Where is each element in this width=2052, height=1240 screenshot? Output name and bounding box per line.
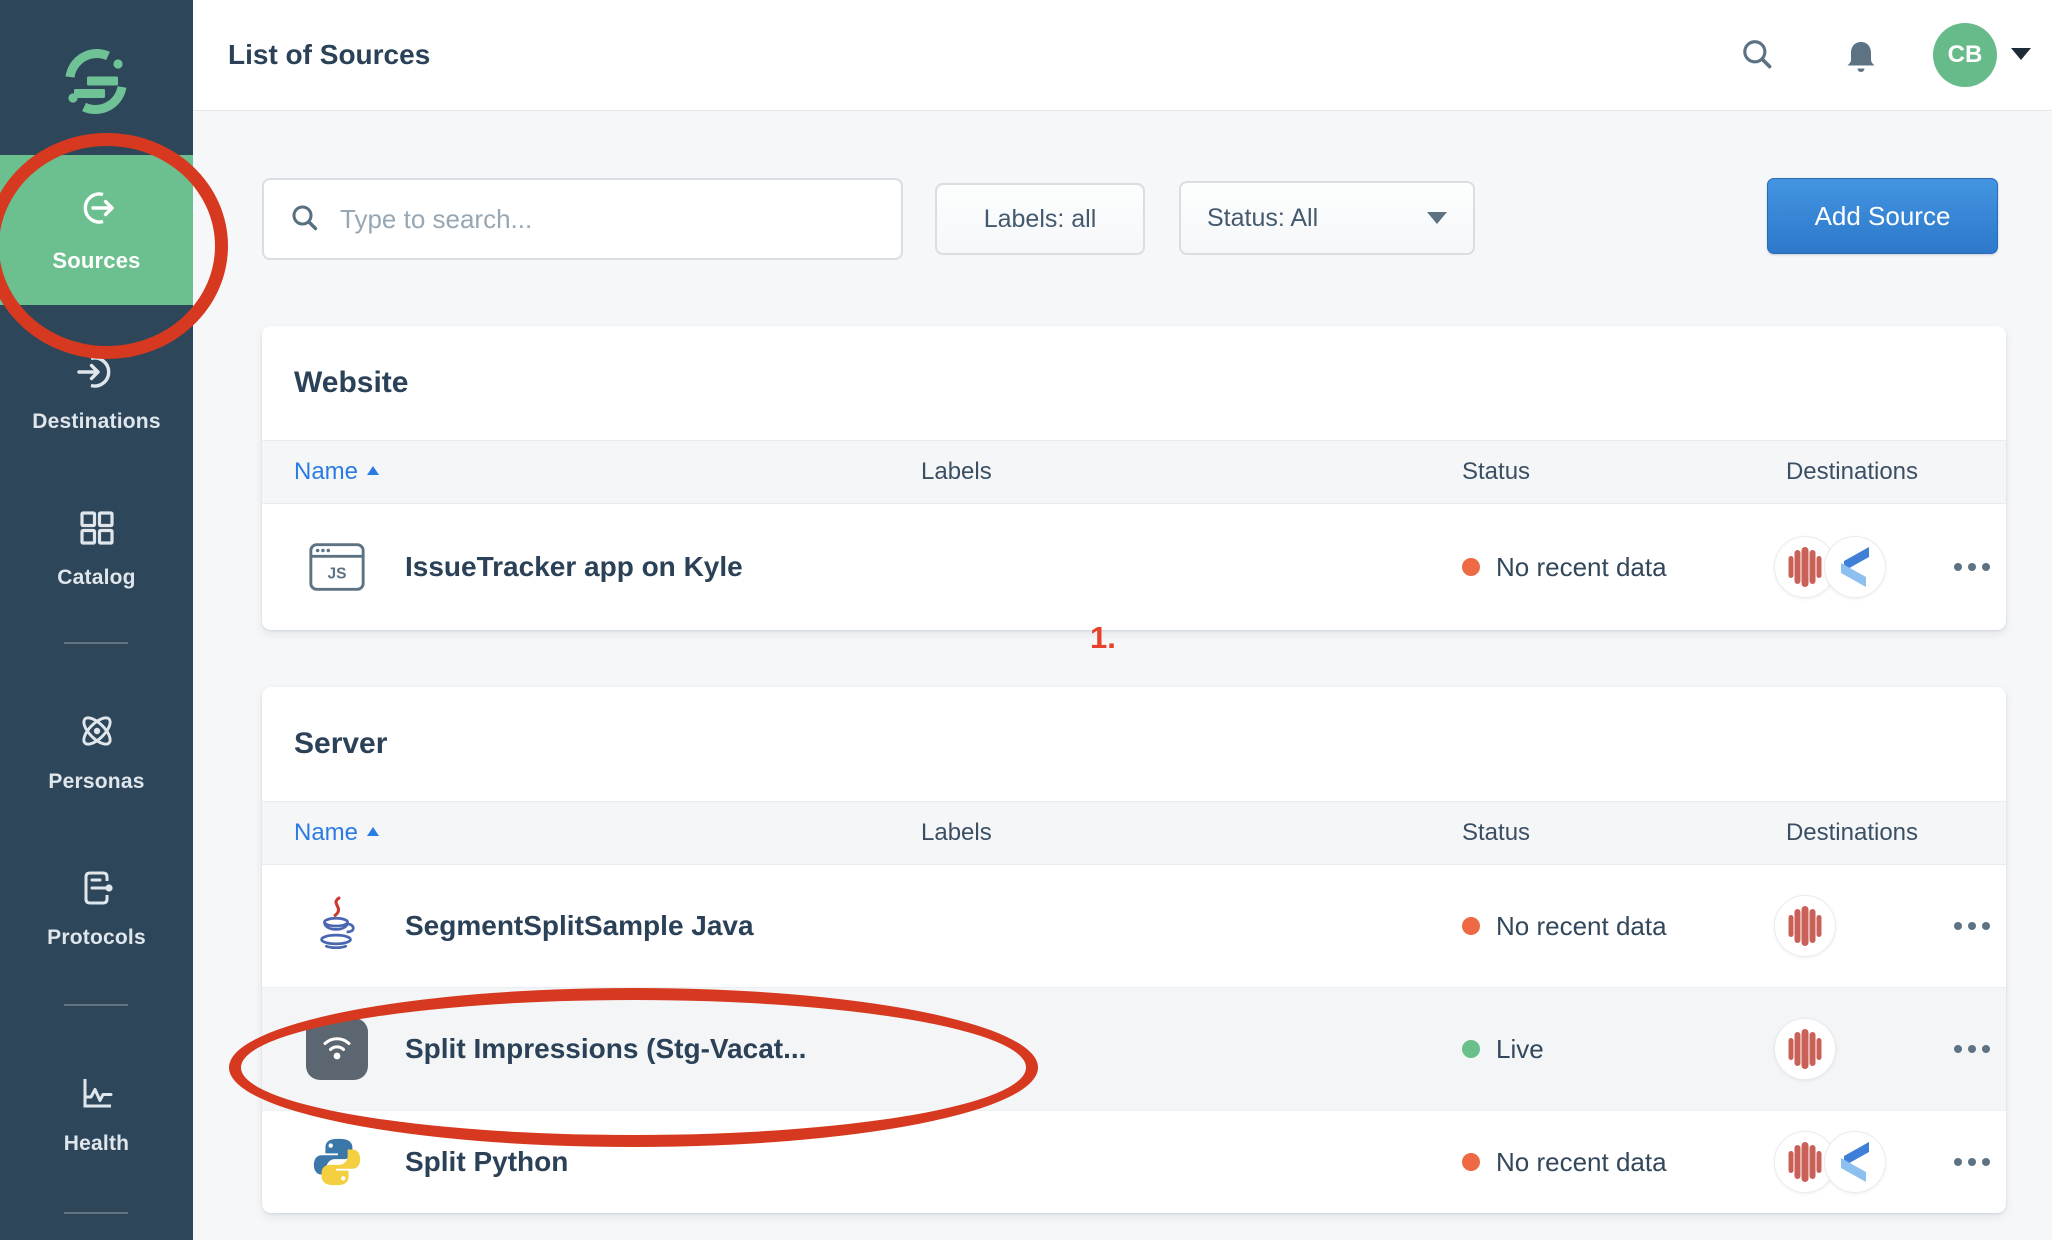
server-section-card: Server Name Labels Status Destinations — [262, 687, 2006, 1213]
sidebar-item-personas[interactable]: Personas — [0, 708, 193, 794]
account-menu-caret-icon[interactable] — [2011, 48, 2031, 60]
sidebar-item-label: Health — [64, 1132, 129, 1156]
sidebar-item-label: Catalog — [57, 566, 135, 590]
status-column-header: Status — [1462, 458, 1767, 486]
health-icon — [75, 1072, 119, 1121]
row-overflow-menu[interactable] — [1944, 1148, 2000, 1176]
table-header-row: Name Labels Status Destinations — [262, 801, 2006, 865]
python-icon — [305, 1130, 369, 1194]
section-title-website: Website — [262, 326, 2006, 440]
sidebar: Sources Destinations — [0, 0, 193, 1240]
status-filter-dropdown[interactable]: Status: All — [1179, 181, 1475, 255]
labels-filter-label: Labels: all — [984, 205, 1097, 234]
add-source-button[interactable]: Add Source — [1767, 178, 1998, 254]
sidebar-item-health[interactable]: Health — [0, 1072, 193, 1156]
status-dot — [1462, 1153, 1480, 1171]
status-text: No recent data — [1496, 552, 1667, 583]
sources-icon — [75, 186, 119, 235]
sort-by-name-header[interactable]: Name — [294, 458, 379, 486]
source-row-split-impressions[interactable]: Split Impressions (Stg-Vacat... Live — [262, 988, 2006, 1111]
source-search — [262, 178, 903, 260]
status-column-header: Status — [1462, 819, 1767, 847]
source-row-java[interactable]: SegmentSplitSample Java No recent data — [262, 865, 2006, 988]
labels-column-header: Labels — [921, 819, 1462, 847]
sort-asc-caret-icon — [367, 466, 379, 475]
sort-by-name-header[interactable]: Name — [294, 819, 379, 847]
chevron-down-icon — [1427, 212, 1447, 224]
user-avatar[interactable]: CB — [1933, 23, 1997, 87]
sidebar-item-label: Sources — [52, 248, 140, 274]
table-header-row: Name Labels Status Destinations — [262, 440, 2006, 504]
sidebar-item-destinations[interactable]: Destinations — [0, 350, 193, 434]
source-name: SegmentSplitSample Java — [405, 910, 754, 942]
blue-s-destination-icon[interactable] — [1824, 1131, 1886, 1193]
status-dot — [1462, 558, 1480, 576]
main-content: List of Sources CB — [193, 0, 2052, 1240]
row-overflow-menu[interactable] — [1944, 553, 2000, 581]
status-dot — [1462, 917, 1480, 935]
segment-logo-icon[interactable] — [62, 48, 130, 116]
notifications-bell-icon[interactable] — [1841, 37, 1881, 82]
page-title: List of Sources — [228, 0, 430, 110]
redshift-destination-icon[interactable] — [1774, 895, 1836, 957]
labels-column-header: Labels — [921, 458, 1462, 486]
status-text: No recent data — [1496, 1147, 1667, 1178]
row-overflow-menu[interactable] — [1944, 912, 2000, 940]
sidebar-item-label: Destinations — [32, 410, 160, 434]
sidebar-divider — [64, 1212, 128, 1214]
sidebar-item-label: Protocols — [47, 926, 146, 950]
source-name: Split Python — [405, 1146, 568, 1178]
source-name: IssueTracker app on Kyle — [405, 551, 743, 583]
sidebar-divider — [64, 642, 128, 644]
java-icon — [305, 894, 369, 958]
status-filter-label: Status: All — [1207, 204, 1318, 233]
row-overflow-menu[interactable] — [1944, 1035, 2000, 1063]
sort-asc-caret-icon — [367, 827, 379, 836]
redshift-destination-icon[interactable] — [1774, 1018, 1836, 1080]
segment-sources-page: Sources Destinations — [0, 0, 2052, 1240]
protocols-icon — [75, 866, 119, 915]
source-row-issuetracker[interactable]: JS IssueTracker app on Kyle No recent da… — [262, 504, 2006, 630]
blue-s-destination-icon[interactable] — [1824, 536, 1886, 598]
wifi-icon — [305, 1017, 369, 1081]
destinations-column-header: Destinations — [1767, 458, 1937, 486]
svg-text:JS: JS — [328, 566, 347, 583]
search-icon — [290, 204, 320, 234]
sidebar-divider — [64, 1004, 128, 1006]
catalog-icon — [75, 506, 119, 555]
sidebar-item-sources[interactable]: Sources — [0, 155, 193, 305]
labels-filter-button[interactable]: Labels: all — [935, 183, 1145, 255]
javascript-browser-icon: JS — [305, 535, 369, 599]
website-section-card: Website Name Labels Status Destinations — [262, 326, 2006, 630]
search-input[interactable] — [338, 203, 901, 236]
status-text: Live — [1496, 1034, 1544, 1065]
destinations-column-header: Destinations — [1767, 819, 1937, 847]
status-dot — [1462, 1040, 1480, 1058]
source-name: Split Impressions (Stg-Vacat... — [405, 1033, 806, 1065]
destinations-icon — [75, 350, 119, 399]
status-text: No recent data — [1496, 911, 1667, 942]
sidebar-item-protocols[interactable]: Protocols — [0, 866, 193, 950]
sidebar-item-catalog[interactable]: Catalog — [0, 506, 193, 590]
global-search-icon[interactable] — [1739, 37, 1777, 80]
top-bar: List of Sources CB — [193, 0, 2052, 111]
section-title-server: Server — [262, 687, 2006, 801]
sidebar-item-label: Personas — [48, 770, 144, 794]
source-row-split-python[interactable]: Split Python No recent data — [262, 1111, 2006, 1213]
personas-icon — [74, 708, 120, 759]
